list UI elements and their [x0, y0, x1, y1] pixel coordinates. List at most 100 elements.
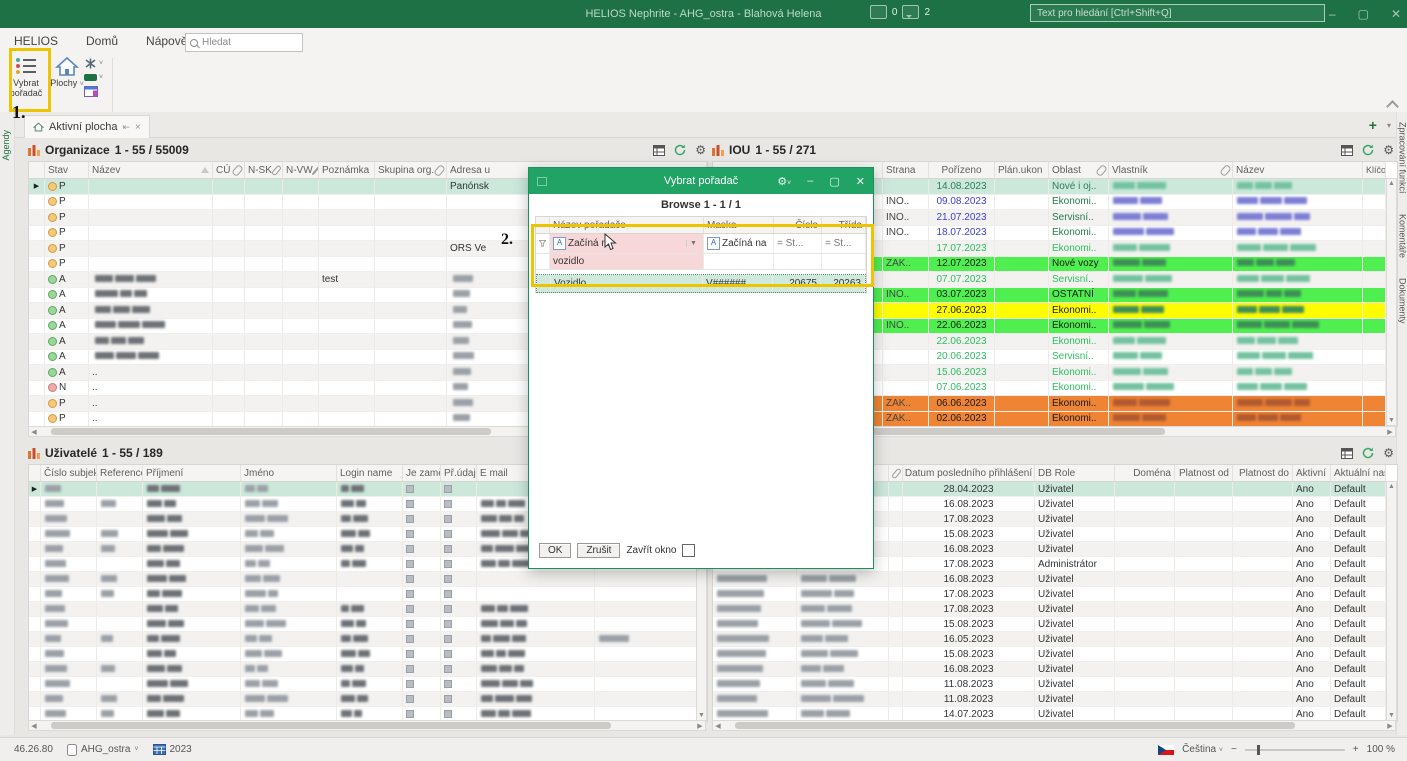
table-row[interactable]: 16.08.2023 Uživatel Ano Default	[713, 572, 1386, 587]
zoom-out-button[interactable]: −	[1231, 744, 1237, 755]
maximize-button[interactable]: ▢	[1358, 7, 1369, 21]
zoom-slider[interactable]	[1245, 749, 1345, 751]
dock-tab[interactable]: Komentáře	[1398, 204, 1407, 268]
column-header[interactable]: Skupina org.	[375, 162, 447, 178]
database-selector[interactable]: AHG_ostra ˅	[67, 744, 139, 756]
table-row[interactable]: 11.08.2023 Uživatel Ano Default	[713, 677, 1386, 692]
column-header[interactable]: Maska	[704, 217, 774, 233]
table-row[interactable]	[29, 692, 707, 707]
ok-button[interactable]: OK	[539, 543, 571, 558]
filter-cislo-condition[interactable]: = St...	[774, 234, 822, 253]
dock-tab[interactable]: Zpracování funkcí	[1398, 112, 1407, 204]
filter-maska-condition[interactable]: A Začíná na	[704, 234, 774, 253]
column-header[interactable]: Číslo subjek	[41, 465, 97, 481]
table-row[interactable]: 15.08.2023 Uživatel Ano Default	[713, 617, 1386, 632]
column-header[interactable]: Název pořadače	[550, 217, 704, 233]
column-header[interactable]: Platnost od	[1175, 465, 1233, 481]
column-header[interactable]: Poznámka	[319, 162, 375, 178]
plochy-button[interactable]: Plochy ˅	[48, 56, 86, 90]
table-row[interactable]: 17.08.2023 Uživatel Ano Default	[713, 602, 1386, 617]
column-header[interactable]: Stav	[45, 162, 89, 178]
column-header[interactable]: Klíčová slova	[1363, 162, 1386, 178]
column-header[interactable]: Jméno	[241, 465, 337, 481]
refresh-icon[interactable]	[1362, 144, 1374, 156]
format-button[interactable]: ˅	[84, 58, 103, 69]
gear-icon[interactable]: ⚙	[1383, 447, 1394, 459]
ribbon-menu-item[interactable]: Domů	[72, 28, 132, 55]
column-header[interactable]: DB Role	[1035, 465, 1115, 481]
minimize-button[interactable]: –	[1329, 7, 1336, 21]
table-row[interactable]: 11.08.2023 Uživatel Ano Default	[713, 692, 1386, 707]
iou-vscrollbar[interactable]: ▲▼	[1386, 178, 1397, 426]
column-header[interactable]: Pořízeno	[929, 162, 995, 178]
column-header[interactable]: Číslo	[774, 217, 822, 233]
column-header[interactable]: Název	[89, 162, 213, 178]
uzivatele-left-hscrollbar[interactable]: ◀▶	[28, 720, 706, 731]
notifications-icon[interactable]	[870, 5, 887, 19]
column-header[interactable]: N-VW	[283, 162, 319, 178]
year-selector[interactable]: 2023	[153, 744, 192, 755]
column-header[interactable]: Oblast	[1049, 162, 1109, 178]
table-row[interactable]	[29, 572, 707, 587]
vybrat-poradac-button[interactable]: Vybrat pořadač	[7, 56, 45, 98]
gear-icon[interactable]: ⚙	[1383, 144, 1394, 156]
table-settings-icon[interactable]	[653, 145, 665, 156]
refresh-icon[interactable]	[674, 144, 686, 156]
dialog-close-button[interactable]: ✕	[856, 175, 865, 188]
tab-list-icon[interactable]: ▾	[1387, 121, 1391, 130]
column-header[interactable]	[889, 465, 903, 481]
column-header[interactable]	[29, 162, 45, 178]
new-tab-icon[interactable]: +	[1369, 117, 1377, 133]
column-header[interactable]: Plán.ukon	[995, 162, 1049, 178]
column-header[interactable]: Vlastník	[1109, 162, 1233, 178]
column-header[interactable]: Aktivní	[1293, 465, 1331, 481]
column-header[interactable]: CÚ	[213, 162, 245, 178]
table-row[interactable]	[29, 632, 707, 647]
tab-aktivni-plocha[interactable]: Aktivní plocha ⇤ ×	[24, 115, 150, 138]
column-header[interactable]: Název	[1233, 162, 1363, 178]
chevron-down-icon[interactable]: ▼	[686, 240, 700, 247]
close-button[interactable]: ✕	[1391, 7, 1401, 21]
table-row[interactable]	[29, 617, 707, 632]
column-header[interactable]: Příjmení	[143, 465, 241, 481]
filter-nazev-condition[interactable]: A Začíná na ▼	[550, 234, 704, 253]
messages-icon[interactable]	[902, 5, 919, 19]
table-row[interactable]: 16.08.2023 Uživatel Ano Default	[713, 662, 1386, 677]
table-settings-icon[interactable]	[1341, 448, 1353, 459]
dialog-maximize-button[interactable]: ▢	[829, 175, 839, 188]
column-header[interactable]	[29, 465, 41, 481]
collapse-ribbon-icon[interactable]	[1386, 100, 1399, 113]
uzivatele-right-vscrollbar[interactable]: ▲▼	[1386, 481, 1397, 721]
dialog-gear-icon[interactable]: ⚙˅	[777, 175, 791, 188]
ribbon-menu-item[interactable]: HELIOS	[0, 28, 72, 55]
dialog-minimize-button[interactable]: –	[807, 175, 813, 187]
ribbon-search-input[interactable]: Hledat	[185, 33, 303, 52]
column-header[interactable]: Aktuální nastá	[1331, 465, 1386, 481]
table-row[interactable]	[29, 662, 707, 677]
global-search-input[interactable]: Text pro hledání [Ctrl+Shift+Q]	[1030, 4, 1325, 22]
table-row[interactable]: 16.05.2023 Uživatel Ano Default	[713, 632, 1386, 647]
filter-value-input[interactable]: vozidlo	[550, 254, 704, 269]
table-row[interactable]	[29, 647, 707, 662]
table-row[interactable]: 17.08.2023 Uživatel Ano Default	[713, 587, 1386, 602]
result-row-vozidlo[interactable]: Vozidlo V###### 20675 20263	[537, 275, 865, 292]
table-row[interactable]	[29, 587, 707, 602]
close-tab-icon[interactable]: ×	[135, 122, 141, 133]
column-header[interactable]: Př.údaj	[441, 465, 477, 481]
color-bar-button[interactable]: ˅	[84, 74, 103, 81]
column-header[interactable]: Login name	[337, 465, 403, 481]
dock-tab-agendy[interactable]: Agendy	[1, 130, 11, 161]
language-selector[interactable]: Čeština ˅	[1182, 744, 1223, 755]
column-header[interactable]: Třída	[822, 217, 866, 233]
dock-tab[interactable]: Dokumenty	[1398, 268, 1407, 334]
column-header[interactable]: Strana	[883, 162, 929, 178]
filter-trida-condition[interactable]: = St...	[822, 234, 866, 253]
table-row[interactable]: 15.08.2023 Uživatel Ano Default	[713, 647, 1386, 662]
gear-icon[interactable]: ⚙	[695, 144, 706, 156]
table-settings-icon[interactable]	[1341, 145, 1353, 156]
zoom-slider-handle[interactable]	[1257, 745, 1260, 755]
column-header[interactable]: Datum posledního přihlášení	[903, 465, 1035, 481]
uzivatele-right-hscrollbar[interactable]: ◀▶	[712, 720, 1396, 731]
column-header[interactable]: Doména	[1115, 465, 1175, 481]
column-header[interactable]: N-SK	[245, 162, 283, 178]
